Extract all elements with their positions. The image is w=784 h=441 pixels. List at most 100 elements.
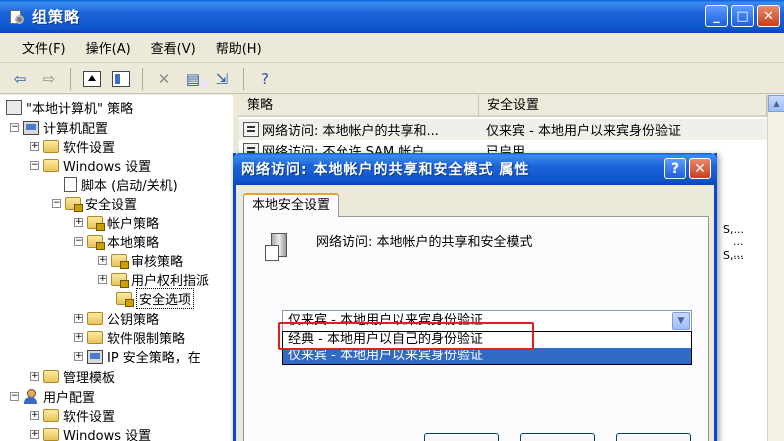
folder-icon (87, 331, 103, 344)
tree-item-security-settings[interactable]: − 安全设置 (52, 194, 137, 213)
close-button[interactable]: ✕ (757, 5, 780, 27)
folder-icon (43, 370, 59, 383)
dialog-title: 网络访问: 本地帐户的共享和安全模式 属性 (241, 162, 530, 178)
tree-label: 管理模板 (63, 371, 116, 386)
tree-label: IP 安全策略，在 (107, 351, 201, 366)
help-icon[interactable]: ? (253, 67, 277, 91)
column-header-setting[interactable]: 安全设置 (479, 95, 767, 117)
collapse-icon[interactable]: − (10, 123, 19, 132)
show-pane-icon[interactable] (109, 67, 133, 91)
tree-label: Windows 设置 (63, 160, 152, 175)
tree-label: 本地策略 (107, 236, 160, 251)
tree-item-security-options[interactable]: 安全选项 (116, 288, 195, 309)
tree-item-computer-config[interactable]: − 计算机配置 (10, 118, 108, 137)
window-title: 组策略 (32, 8, 81, 26)
toolbar-separator (70, 67, 71, 90)
security-folder-icon (65, 197, 83, 212)
policy-label: 网络访问: 本地帐户的共享和安全模式 (316, 235, 533, 250)
cancel-button[interactable] (520, 433, 595, 441)
menu-help[interactable]: 帮助(H) (208, 38, 270, 57)
tree-item-local-policies[interactable]: − 本地策略 (74, 232, 159, 251)
scroll-up-icon[interactable]: ▲ (768, 95, 784, 112)
properties-icon[interactable]: ▤ (181, 67, 205, 91)
annotation-highlight-box (278, 322, 534, 350)
column-header-policy[interactable]: 策略 (239, 95, 479, 117)
window-titlebar: 组策略 _ □ ✕ (0, 0, 784, 33)
tree-label: 脚本 (启动/关机) (81, 179, 178, 194)
expand-icon[interactable]: + (74, 352, 83, 361)
dialog-close-button[interactable]: ✕ (689, 158, 711, 179)
back-arrow-icon[interactable]: ⇦ (8, 67, 32, 91)
tree-label: 帐户策略 (107, 217, 160, 232)
tree-label: 计算机配置 (43, 122, 109, 137)
computer-icon (23, 120, 39, 135)
tree-item-user-config[interactable]: − 用户配置 (10, 387, 95, 406)
tree-label: 安全设置 (85, 198, 138, 213)
collapse-icon[interactable]: − (10, 392, 19, 401)
expand-icon[interactable]: + (74, 314, 83, 323)
security-folder-icon (111, 254, 129, 269)
menu-file[interactable]: 文件(F) (14, 38, 74, 57)
tree-label: 软件限制策略 (107, 332, 186, 347)
ip-security-icon (87, 349, 103, 364)
tree-item-public-key[interactable]: + 公钥策略 (74, 309, 159, 328)
ok-button[interactable] (424, 433, 499, 441)
tree-item-scripts[interactable]: 脚本 (启动/关机) (64, 175, 178, 194)
tree-item-admin-templates[interactable]: + 管理模板 (30, 367, 115, 386)
policy-icon (6, 100, 22, 115)
expand-icon[interactable]: + (74, 218, 83, 227)
policy-item-icon (243, 122, 259, 137)
collapse-icon[interactable]: − (30, 161, 39, 170)
collapse-icon[interactable]: − (52, 199, 61, 208)
dialog-titlebar: 网络访问: 本地帐户的共享和安全模式 属性 ? ✕ (233, 153, 717, 185)
up-folder-icon[interactable] (80, 67, 104, 91)
export-icon[interactable]: ⇲ (210, 67, 234, 91)
folder-icon (43, 159, 59, 172)
tree-item-audit-policy[interactable]: + 审核策略 (98, 251, 183, 270)
tree-item-root[interactable]: "本地计算机" 策略 (6, 98, 133, 117)
expand-icon[interactable]: + (74, 333, 83, 342)
table-row[interactable]: 网络访问: 本地帐户的共享和... 仅来宾 - 本地用户以来宾身份验证 (239, 119, 767, 140)
vertical-scrollbar[interactable]: ▲ (767, 95, 784, 441)
expand-icon[interactable]: + (30, 430, 39, 439)
window-controls: _ □ ✕ (705, 5, 780, 27)
folder-icon (43, 140, 59, 153)
menu-action[interactable]: 操作(A) (78, 38, 139, 57)
tree-item-account-policies[interactable]: + 帐户策略 (74, 213, 159, 232)
expand-icon[interactable]: + (98, 275, 107, 284)
group-policy-app-icon (8, 9, 24, 25)
forward-arrow-icon[interactable]: ⇨ (37, 67, 61, 91)
toolbar-separator (142, 67, 143, 90)
menu-view[interactable]: 查看(V) (143, 38, 204, 57)
maximize-button[interactable]: □ (731, 5, 754, 27)
tree-item-ip-security[interactable]: + IP 安全策略，在 (74, 347, 201, 366)
policy-setting: 仅来宾 - 本地用户以来宾身份验证 (486, 124, 681, 139)
expand-icon[interactable]: + (30, 372, 39, 381)
tab-local-security-setting[interactable]: 本地安全设置 (243, 193, 340, 217)
list-header: 策略 安全设置 (239, 95, 784, 117)
security-folder-icon (111, 273, 129, 288)
security-folder-icon (87, 235, 105, 250)
dialog-help-button[interactable]: ? (664, 158, 686, 179)
expand-icon[interactable]: + (30, 142, 39, 151)
delete-icon[interactable]: ✕ (152, 67, 176, 91)
toolbar-separator (243, 67, 244, 90)
apply-button[interactable] (616, 433, 691, 441)
tree-item-user-software-settings[interactable]: + 软件设置 (30, 406, 115, 425)
tree-label: 安全选项 (136, 288, 195, 309)
tree-item-user-rights[interactable]: + 用户权利指派 (98, 270, 209, 289)
truncated-text: S,... (723, 249, 744, 262)
tree-label: 软件设置 (63, 141, 116, 156)
tree-item-software-restriction[interactable]: + 软件限制策略 (74, 328, 185, 347)
option-guest-only[interactable]: 仅来宾 - 本地用户以来宾身份验证 (283, 348, 691, 364)
tree-item-windows-settings[interactable]: − Windows 设置 (30, 156, 151, 175)
expand-icon[interactable]: + (30, 411, 39, 420)
chevron-down-icon[interactable]: ▼ (672, 312, 690, 330)
collapse-icon[interactable]: − (74, 237, 83, 246)
expand-icon[interactable]: + (98, 256, 107, 265)
minimize-button[interactable]: _ (705, 5, 728, 27)
tree-label: Windows 设置 (63, 429, 152, 441)
tree-item-software-settings[interactable]: + 软件设置 (30, 137, 115, 156)
user-icon (23, 389, 39, 404)
tree-item-user-windows-settings[interactable]: + Windows 设置 (30, 425, 151, 441)
